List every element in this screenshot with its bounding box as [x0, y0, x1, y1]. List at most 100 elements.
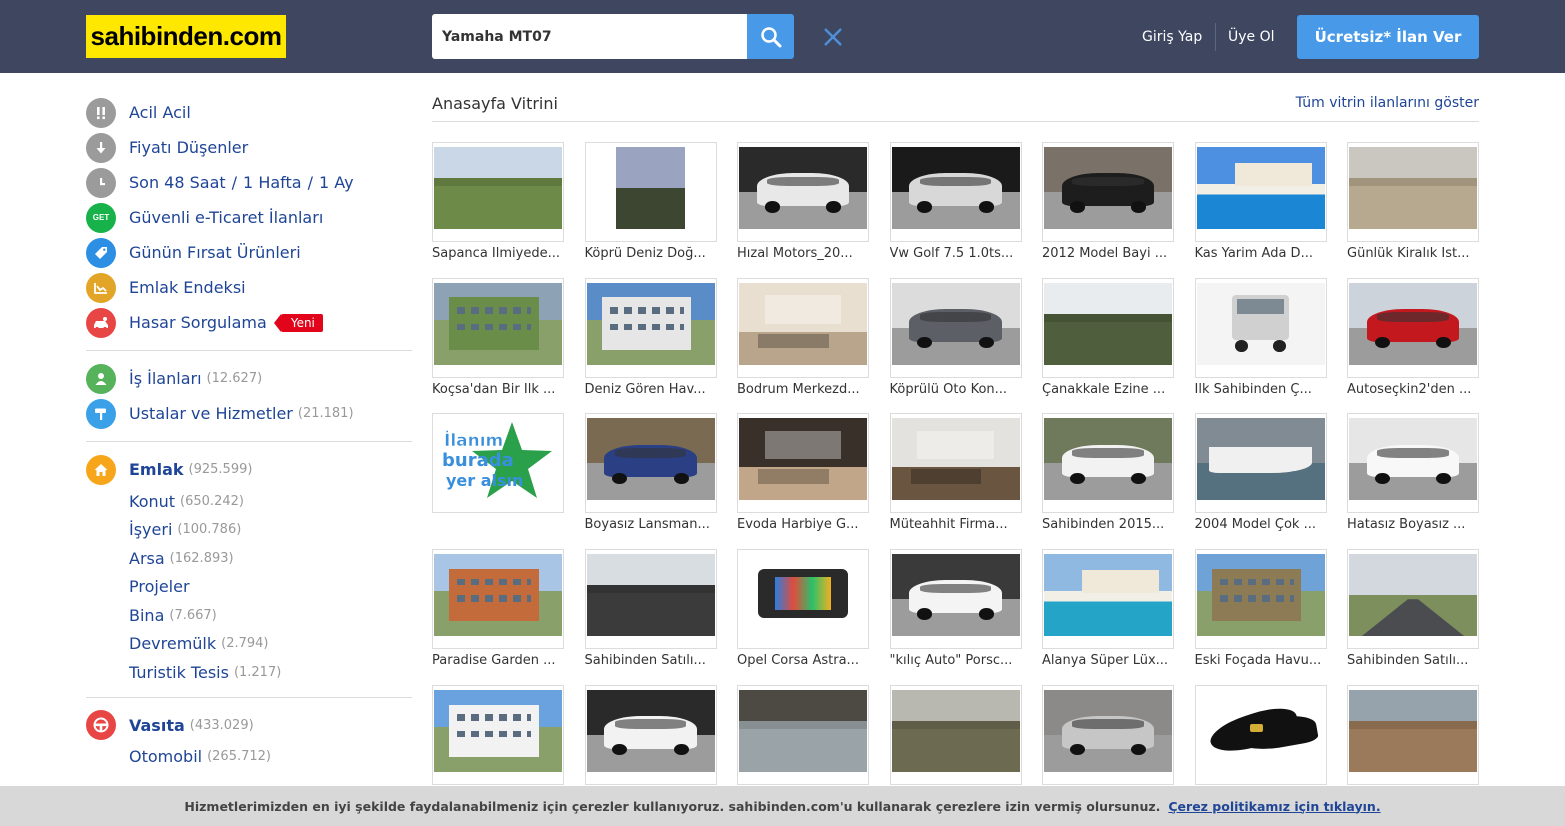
- subcategory-link[interactable]: Arsa: [129, 549, 165, 568]
- showcase-listing[interactable]: Hatasız Boyasız ...: [1347, 413, 1479, 532]
- listing-title[interactable]: Sapanca Ilmiyede...: [432, 246, 564, 261]
- quick-link[interactable]: Günün Fırsat Ürünleri: [129, 243, 301, 262]
- listing-thumbnail[interactable]: İlanım burada yer alsın: [432, 413, 564, 514]
- showcase-listing[interactable]: Köprü Deniz Doğ...: [584, 142, 717, 261]
- clear-search-button[interactable]: [820, 24, 846, 50]
- post-ad-button[interactable]: Ücretsiz* İlan Ver: [1297, 15, 1479, 59]
- listing-title[interactable]: Hızal Motors_20...: [737, 246, 869, 261]
- showcase-listing[interactable]: Autoseçkin2'den ...: [1347, 277, 1479, 397]
- listing-title[interactable]: Boyasız Lansman...: [585, 517, 717, 532]
- showcase-listing[interactable]: [584, 684, 717, 785]
- listing-thumbnail[interactable]: [432, 142, 564, 242]
- subcategory-link[interactable]: Projeler: [129, 577, 190, 596]
- category-row[interactable]: İş İlanları (12.627): [86, 361, 412, 396]
- listing-thumbnail[interactable]: [432, 684, 564, 785]
- showcase-listing[interactable]: Sapanca Ilmiyede...: [432, 142, 564, 261]
- subcategory-link[interactable]: Otomobil: [129, 747, 202, 766]
- showcase-listing[interactable]: 2012 Model Bayi ...: [1042, 142, 1174, 261]
- subcategory-link[interactable]: Konut: [129, 492, 175, 511]
- listing-thumbnail[interactable]: [737, 277, 869, 378]
- category-row[interactable]: Ustalar ve Hizmetler (21.181): [86, 396, 412, 431]
- listing-title[interactable]: Sahibinden 2015...: [1042, 517, 1174, 532]
- showcase-listing[interactable]: Eski Foçada Havu...: [1194, 549, 1327, 668]
- showcase-listing[interactable]: [889, 684, 1022, 785]
- listing-thumbnail[interactable]: [584, 413, 717, 514]
- listing-thumbnail[interactable]: [432, 549, 564, 650]
- login-link[interactable]: Giriş Yap: [1142, 29, 1202, 45]
- quick-link[interactable]: Son 48 Saat: [129, 173, 226, 192]
- listing-title[interactable]: Vw Golf 7.5 1.0ts...: [890, 246, 1022, 261]
- listing-title[interactable]: Çanakkale Ezine ...: [1042, 382, 1174, 397]
- showcase-listing[interactable]: [432, 684, 564, 785]
- showcase-listing[interactable]: İlanım burada yer alsın: [432, 413, 564, 514]
- quick-link[interactable]: 1 Hafta: [243, 173, 302, 192]
- category-row[interactable]: Emlak (925.599): [86, 452, 412, 487]
- category-label[interactable]: Vasıta: [129, 716, 185, 735]
- showcase-listing[interactable]: Paradise Garden ...: [432, 549, 564, 668]
- site-logo[interactable]: sahibinden.com: [86, 15, 286, 58]
- listing-thumbnail[interactable]: [584, 549, 717, 650]
- showcase-listing[interactable]: 2004 Model Çok ...: [1194, 413, 1327, 532]
- listing-title[interactable]: Hatasız Boyasız ...: [1347, 517, 1479, 532]
- quick-link[interactable]: Fiyatı Düşenler: [129, 138, 248, 157]
- showcase-listing[interactable]: Kas Yarim Ada D...: [1194, 142, 1327, 261]
- listing-thumbnail[interactable]: [889, 413, 1022, 514]
- listing-title[interactable]: Günlük Kiralık İst...: [1347, 246, 1479, 261]
- listing-title[interactable]: 2004 Model Çok ...: [1195, 517, 1327, 532]
- listing-title[interactable]: Autoseçkin2'den ...: [1347, 382, 1479, 397]
- listing-title[interactable]: Evoda Harbiye G...: [737, 517, 869, 532]
- listing-title[interactable]: Eski Foçada Havu...: [1195, 653, 1327, 668]
- showcase-listing[interactable]: Opel Corsa Astra...: [737, 549, 869, 668]
- category-label[interactable]: Emlak: [129, 460, 184, 479]
- category-label[interactable]: İş İlanları: [129, 369, 202, 388]
- quick-link[interactable]: Emlak Endeksi: [129, 278, 246, 297]
- listing-thumbnail[interactable]: [1042, 684, 1174, 785]
- subcategory-link[interactable]: Turistik Tesis: [129, 663, 229, 682]
- listing-thumbnail[interactable]: [1042, 142, 1174, 242]
- listing-thumbnail[interactable]: [1194, 142, 1327, 242]
- listing-title[interactable]: Alanya Süper Lüx...: [1042, 653, 1174, 668]
- subcategory-link[interactable]: Bina: [129, 606, 164, 625]
- listing-title[interactable]: Opel Corsa Astra...: [737, 653, 869, 668]
- search-button[interactable]: [747, 14, 794, 59]
- listing-thumbnail[interactable]: [584, 684, 717, 785]
- listing-thumbnail[interactable]: [737, 549, 869, 650]
- listing-thumbnail[interactable]: [889, 684, 1022, 785]
- listing-title[interactable]: Sahibinden Satılı...: [585, 653, 717, 668]
- listing-thumbnail[interactable]: [584, 142, 717, 242]
- listing-thumbnail[interactable]: [1347, 277, 1479, 378]
- listing-title[interactable]: Bodrum Merkezd...: [737, 382, 869, 397]
- show-all-showcase-link[interactable]: Tüm vitrin ilanlarını göster: [1296, 95, 1479, 111]
- subcategory-link[interactable]: Devremülk: [129, 634, 216, 653]
- listing-thumbnail[interactable]: [1194, 413, 1327, 514]
- category-row[interactable]: Vasıta (433.029): [86, 708, 412, 743]
- subcategory-link[interactable]: İşyeri: [129, 520, 172, 539]
- showcase-listing[interactable]: Evoda Harbiye G...: [737, 413, 869, 532]
- showcase-listing[interactable]: [1194, 684, 1327, 785]
- quick-link[interactable]: 1 Ay: [319, 173, 354, 192]
- showcase-listing[interactable]: Sahibinden Satılı...: [1347, 549, 1479, 668]
- listing-title[interactable]: Ilk Sahibinden Ç...: [1195, 382, 1327, 397]
- cookie-policy-link[interactable]: Çerez politikamız için tıklayın.: [1168, 799, 1380, 814]
- listing-thumbnail[interactable]: [737, 413, 869, 514]
- showcase-listing[interactable]: Deniz Gören Hav...: [584, 277, 717, 397]
- listing-thumbnail[interactable]: [889, 277, 1022, 378]
- showcase-listing[interactable]: Boyasız Lansman...: [584, 413, 717, 532]
- listing-thumbnail[interactable]: [1347, 684, 1479, 785]
- showcase-listing[interactable]: Alanya Süper Lüx...: [1042, 549, 1174, 668]
- showcase-listing[interactable]: Köprülü Oto Kon...: [889, 277, 1022, 397]
- listing-thumbnail[interactable]: [432, 277, 564, 378]
- category-label[interactable]: Ustalar ve Hizmetler: [129, 404, 293, 423]
- listing-thumbnail[interactable]: [889, 142, 1022, 242]
- listing-title[interactable]: Deniz Gören Hav...: [585, 382, 717, 397]
- listing-thumbnail[interactable]: [737, 684, 869, 785]
- listing-thumbnail[interactable]: [1194, 549, 1327, 650]
- showcase-listing[interactable]: "kılıç Auto" Porsc...: [889, 549, 1022, 668]
- listing-title[interactable]: Köprü Deniz Doğ...: [585, 246, 717, 261]
- listing-title[interactable]: Müteahhit Firma...: [890, 517, 1022, 532]
- listing-thumbnail[interactable]: [1347, 413, 1479, 514]
- showcase-listing[interactable]: [737, 684, 869, 785]
- quick-link[interactable]: Acil Acil: [129, 103, 191, 122]
- listing-thumbnail[interactable]: [1042, 413, 1174, 514]
- listing-thumbnail[interactable]: [1194, 277, 1327, 378]
